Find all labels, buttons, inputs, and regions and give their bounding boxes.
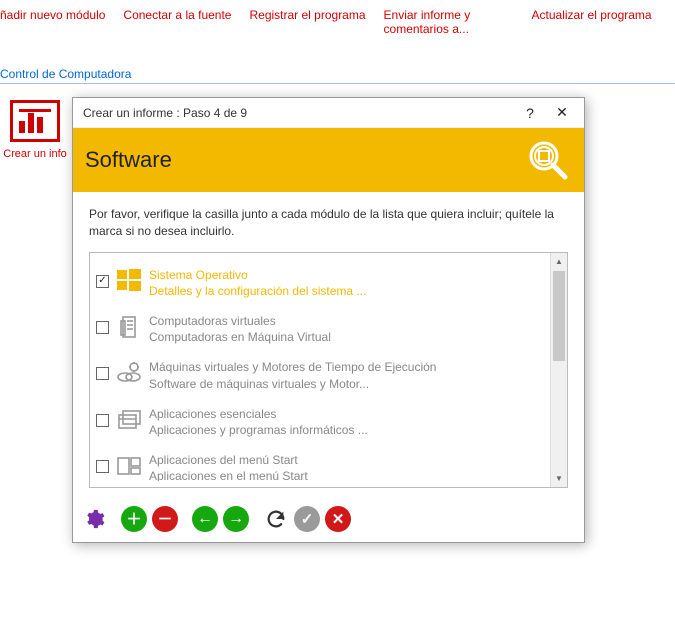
refresh-button[interactable] <box>263 506 289 532</box>
add-button[interactable]: ＋ <box>121 506 147 532</box>
module-checkbox[interactable]: ✓ <box>96 275 109 288</box>
module-row-essential-apps[interactable]: Aplicaciones esenciales Aplicaciones y p… <box>90 398 567 444</box>
module-row-vm-engines[interactable]: Máquinas virtuales y Motores de Tiempo d… <box>90 351 567 397</box>
module-row-os[interactable]: ✓ Sistema Operativo Detalles y la config… <box>90 259 567 305</box>
create-report-tile[interactable]: Crear un info <box>0 100 70 160</box>
menu-add-module[interactable]: ñadir nuevo módulo <box>0 8 105 37</box>
module-row-vm-computers[interactable]: Computadoras virtuales Computadoras en M… <box>90 305 567 351</box>
module-title: Sistema Operativo <box>149 267 366 283</box>
report-chart-icon <box>10 100 60 142</box>
module-checkbox[interactable] <box>96 321 109 334</box>
report-magnifier-icon <box>524 136 572 184</box>
module-subtitle: Computadoras en Máquina Virtual <box>149 329 331 345</box>
dialog-titlebar: Crear un informe : Paso 4 de 9 ? ✕ <box>73 98 584 128</box>
main-menu: ñadir nuevo módulo Conectar a la fuente … <box>0 0 675 41</box>
create-report-dialog: Crear un informe : Paso 4 de 9 ? ✕ Softw… <box>72 97 585 543</box>
window-stack-icon <box>115 406 143 434</box>
module-row-start-menu-apps[interactable]: Aplicaciones del menú Start Aplicaciones… <box>90 444 567 481</box>
cancel-button[interactable]: ✕ <box>325 506 351 532</box>
panels-icon <box>115 452 143 480</box>
dialog-title: Crear un informe : Paso 4 de 9 <box>83 106 514 120</box>
settings-button[interactable] <box>81 506 107 532</box>
remove-button[interactable]: － <box>152 506 178 532</box>
scroll-down-button[interactable]: ▼ <box>551 470 567 487</box>
confirm-button[interactable]: ✓ <box>294 506 320 532</box>
server-icon <box>115 313 143 341</box>
create-report-tile-label: Crear un info <box>0 148 70 160</box>
module-title: Aplicaciones esenciales <box>149 406 368 422</box>
dialog-footer: ＋ － ← → ✓ ✕ <box>73 498 584 542</box>
section-tab-underline <box>0 83 675 84</box>
menu-connect-source[interactable]: Conectar a la fuente <box>123 8 231 37</box>
module-list: ✓ Sistema Operativo Detalles y la config… <box>89 252 568 488</box>
help-button[interactable]: ? <box>514 99 546 127</box>
dialog-header-title: Software <box>85 147 172 173</box>
dialog-instruction: Por favor, verifique la casilla junto a … <box>89 206 568 240</box>
menu-update-program[interactable]: Actualizar el programa <box>532 8 652 37</box>
module-checkbox[interactable] <box>96 460 109 473</box>
module-subtitle: Aplicaciones y programas informáticos ..… <box>149 422 368 438</box>
module-checkbox[interactable] <box>96 367 109 380</box>
close-button[interactable]: ✕ <box>546 99 578 127</box>
menu-register-program[interactable]: Registrar el programa <box>249 8 365 37</box>
module-title: Computadoras virtuales <box>149 313 331 329</box>
module-list-scrollbar[interactable]: ▲ ▼ <box>550 253 567 487</box>
module-subtitle: Detalles y la configuración del sistema … <box>149 283 366 299</box>
dialog-header-band: Software <box>73 128 584 192</box>
prev-button[interactable]: ← <box>192 506 218 532</box>
cloud-gear-icon <box>115 359 143 387</box>
module-checkbox[interactable] <box>96 414 109 427</box>
module-title: Aplicaciones del menú Start <box>149 452 308 468</box>
scroll-thumb[interactable] <box>553 271 565 361</box>
next-button[interactable]: → <box>223 506 249 532</box>
section-tab-label: Control de Computadora <box>0 41 675 81</box>
scroll-up-button[interactable]: ▲ <box>551 253 567 270</box>
module-title: Máquinas virtuales y Motores de Tiempo d… <box>149 359 436 375</box>
module-subtitle: Software de máquinas virtuales y Motor..… <box>149 376 436 392</box>
windows-flag-icon <box>115 267 143 295</box>
menu-send-report[interactable]: Enviar informe y comentarios a... <box>384 8 514 37</box>
module-subtitle: Aplicaciones en el menú Start <box>149 468 308 480</box>
